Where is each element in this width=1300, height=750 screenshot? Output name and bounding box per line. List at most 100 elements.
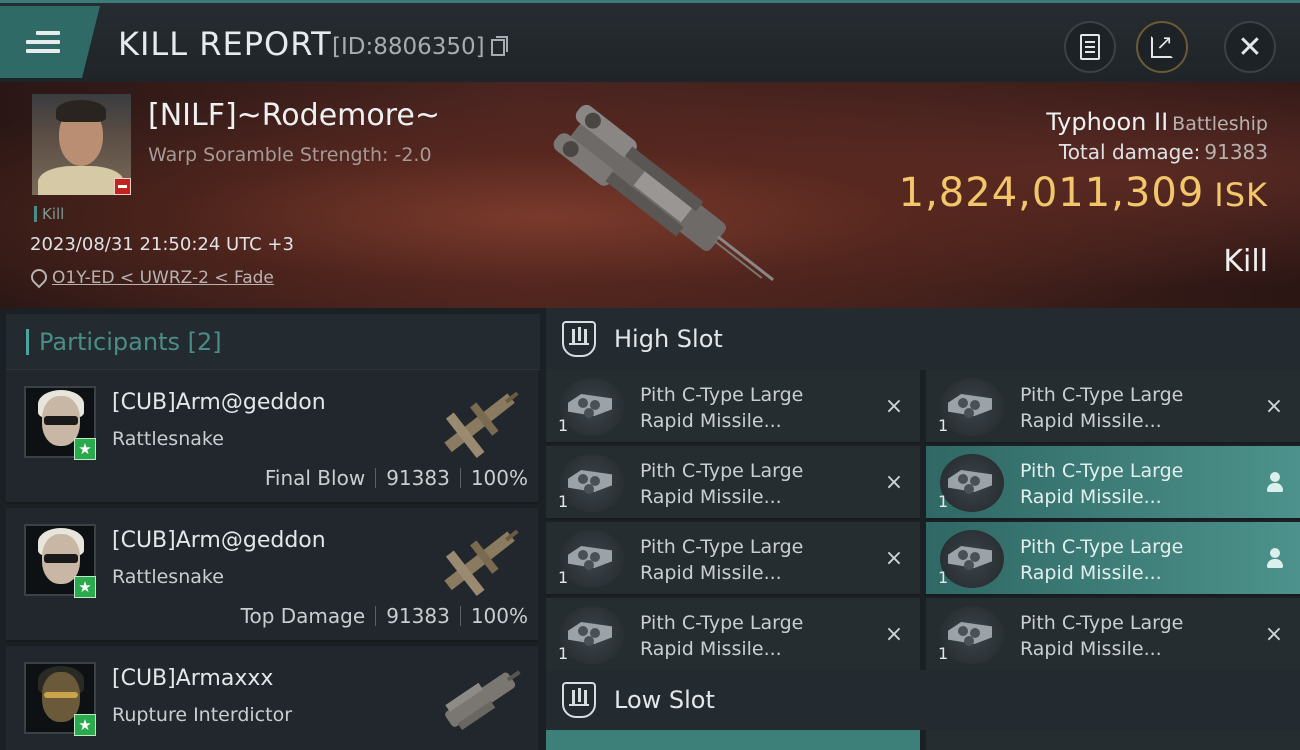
participant-ship-image bbox=[445, 670, 521, 731]
isk-value: 1,824,011,309 ISK bbox=[899, 170, 1268, 216]
participant-ship: Rattlesnake bbox=[112, 566, 224, 588]
report-id-text: [ID:8806350] bbox=[332, 34, 485, 60]
high-slot-label: High Slot bbox=[614, 325, 723, 353]
high-slot-icon bbox=[562, 321, 596, 357]
launcher-module-icon bbox=[940, 530, 1004, 588]
star-icon: ★ bbox=[74, 438, 96, 460]
module-item[interactable] bbox=[546, 730, 920, 750]
participant-row[interactable]: ★ [CUB]Armaxxx Rupture Interdictor bbox=[6, 646, 538, 750]
share-button[interactable] bbox=[1136, 21, 1188, 73]
module-name: Pith C-Type Large Rapid Missile... bbox=[640, 612, 804, 660]
module-name: Pith C-Type Large Rapid Missile... bbox=[640, 384, 804, 432]
module-quantity: 1 bbox=[558, 492, 569, 511]
launcher-module-icon bbox=[940, 378, 1004, 436]
close-icon: ✕ bbox=[1237, 29, 1263, 65]
top-bar: KILL REPORT [ID:8806350] ✕ bbox=[0, 0, 1300, 82]
dropped-person-icon bbox=[1266, 548, 1284, 570]
copy-icon[interactable] bbox=[490, 35, 508, 56]
module-quantity: 1 bbox=[938, 416, 949, 435]
module-name: Pith C-Type Large Rapid Missile... bbox=[640, 460, 804, 508]
report-id[interactable]: [ID:8806350] bbox=[332, 34, 508, 60]
victim-name[interactable]: [NILF]~Rodemore~ bbox=[148, 98, 440, 133]
launcher-module-icon bbox=[560, 606, 624, 664]
module-name: Pith C-Type Large Rapid Missile... bbox=[640, 536, 804, 584]
victim-ship-type[interactable]: Typhoon II Battleship bbox=[1046, 108, 1268, 136]
module-name: Pith C-Type Large Rapid Missile... bbox=[1020, 536, 1184, 584]
participants-panel: Participants [2] ★ [CUB]Arm@geddon Rattl… bbox=[0, 308, 540, 750]
launcher-module-icon bbox=[940, 606, 1004, 664]
destroyed-icon: × bbox=[1264, 394, 1284, 419]
dropped-person-icon bbox=[1266, 472, 1284, 494]
participant-name: [CUB]Armaxxx bbox=[112, 666, 274, 691]
participant-role: Top Damage bbox=[240, 604, 366, 628]
participant-ship: Rattlesnake bbox=[112, 428, 224, 450]
participant-damage: 91383 bbox=[386, 604, 450, 628]
participant-row[interactable]: ★ [CUB]Arm@geddon Rattlesnake Top Damage… bbox=[6, 508, 538, 642]
victim-panel: [NILF]~Rodemore~ Warp Soramble Strength:… bbox=[0, 82, 1300, 308]
module-quantity: 1 bbox=[558, 644, 569, 663]
participant-percent: 100% bbox=[470, 604, 528, 628]
module-item[interactable] bbox=[926, 730, 1300, 750]
result-label: Kill bbox=[1223, 244, 1268, 279]
victim-ship-image bbox=[553, 104, 775, 282]
participants-heading: Participants bbox=[39, 327, 180, 356]
module-item[interactable]: 1 Pith C-Type Large Rapid Missile... × bbox=[926, 370, 1300, 444]
destroyed-icon: × bbox=[884, 470, 904, 495]
launcher-module-icon bbox=[560, 454, 624, 512]
module-item[interactable]: 1 Pith C-Type Large Rapid Missile... × bbox=[546, 598, 920, 672]
launcher-module-icon bbox=[940, 454, 1004, 512]
close-button[interactable]: ✕ bbox=[1224, 21, 1276, 73]
participant-name: [CUB]Arm@geddon bbox=[112, 528, 326, 553]
participants-count: [2] bbox=[187, 327, 222, 356]
high-slot-header: High Slot bbox=[546, 308, 1300, 370]
module-item[interactable]: 1 Pith C-Type Large Rapid Missile... bbox=[926, 522, 1300, 596]
ship-name: Typhoon II bbox=[1046, 108, 1169, 136]
ship-class: Battleship bbox=[1172, 113, 1268, 135]
location-link[interactable]: O1Y-ED < UWRZ-2 < Fade bbox=[30, 268, 274, 288]
participant-damage: 91383 bbox=[386, 466, 450, 490]
location-text: O1Y-ED < UWRZ-2 < Fade bbox=[52, 268, 274, 288]
module-item[interactable]: 1 Pith C-Type Large Rapid Missile... bbox=[926, 446, 1300, 520]
total-damage: Total damage: 91383 bbox=[1059, 140, 1268, 164]
module-item[interactable]: 1 Pith C-Type Large Rapid Missile... × bbox=[546, 522, 920, 596]
module-quantity: 1 bbox=[558, 568, 569, 587]
module-name: Pith C-Type Large Rapid Missile... bbox=[1020, 460, 1184, 508]
isk-amount: 1,824,011,309 bbox=[898, 170, 1205, 216]
low-slot-icon bbox=[562, 682, 596, 718]
star-icon: ★ bbox=[74, 576, 96, 598]
participant-percent: 100% bbox=[470, 466, 528, 490]
participant-name: [CUB]Arm@geddon bbox=[112, 390, 326, 415]
module-item[interactable]: 1 Pith C-Type Large Rapid Missile... × bbox=[926, 598, 1300, 672]
kill-tag: Kill bbox=[34, 206, 64, 222]
module-quantity: 1 bbox=[938, 492, 949, 511]
isk-unit: ISK bbox=[1214, 176, 1268, 214]
launcher-module-icon bbox=[560, 378, 624, 436]
module-name: Pith C-Type Large Rapid Missile... bbox=[1020, 612, 1184, 660]
star-icon: ★ bbox=[74, 714, 96, 736]
low-slot-header: Low Slot bbox=[546, 670, 1300, 730]
module-item[interactable]: 1 Pith C-Type Large Rapid Missile... × bbox=[546, 446, 920, 520]
menu-button[interactable] bbox=[0, 6, 100, 78]
clipboard-button[interactable] bbox=[1064, 21, 1116, 73]
clipboard-icon bbox=[1080, 34, 1100, 60]
participant-row[interactable]: ★ [CUB]Arm@geddon Rattlesnake Final Blow… bbox=[6, 370, 538, 504]
destroyed-icon: × bbox=[884, 394, 904, 419]
participants-tab[interactable]: Participants [2] bbox=[6, 314, 540, 370]
module-quantity: 1 bbox=[558, 416, 569, 435]
module-name: Pith C-Type Large Rapid Missile... bbox=[1020, 384, 1184, 432]
total-damage-value: 91383 bbox=[1204, 140, 1268, 164]
module-item[interactable]: 1 Pith C-Type Large Rapid Missile... × bbox=[546, 370, 920, 444]
module-quantity: 1 bbox=[938, 644, 949, 663]
fitting-panel: High Slot 1 Pith C-Type Large Rapid Missi… bbox=[546, 308, 1300, 750]
share-icon bbox=[1151, 30, 1173, 58]
location-pin-icon bbox=[30, 269, 44, 287]
participant-ship-image bbox=[444, 391, 519, 459]
hostile-badge-icon bbox=[114, 178, 131, 195]
total-damage-label: Total damage: bbox=[1058, 140, 1201, 164]
launcher-module-icon bbox=[560, 530, 624, 588]
hamburger-icon bbox=[26, 26, 60, 58]
participant-stats: Top Damage 91383 100% bbox=[241, 604, 528, 628]
destroyed-icon: × bbox=[1264, 622, 1284, 647]
participant-ship-image bbox=[444, 529, 519, 597]
participant-role: Final Blow bbox=[264, 466, 366, 490]
